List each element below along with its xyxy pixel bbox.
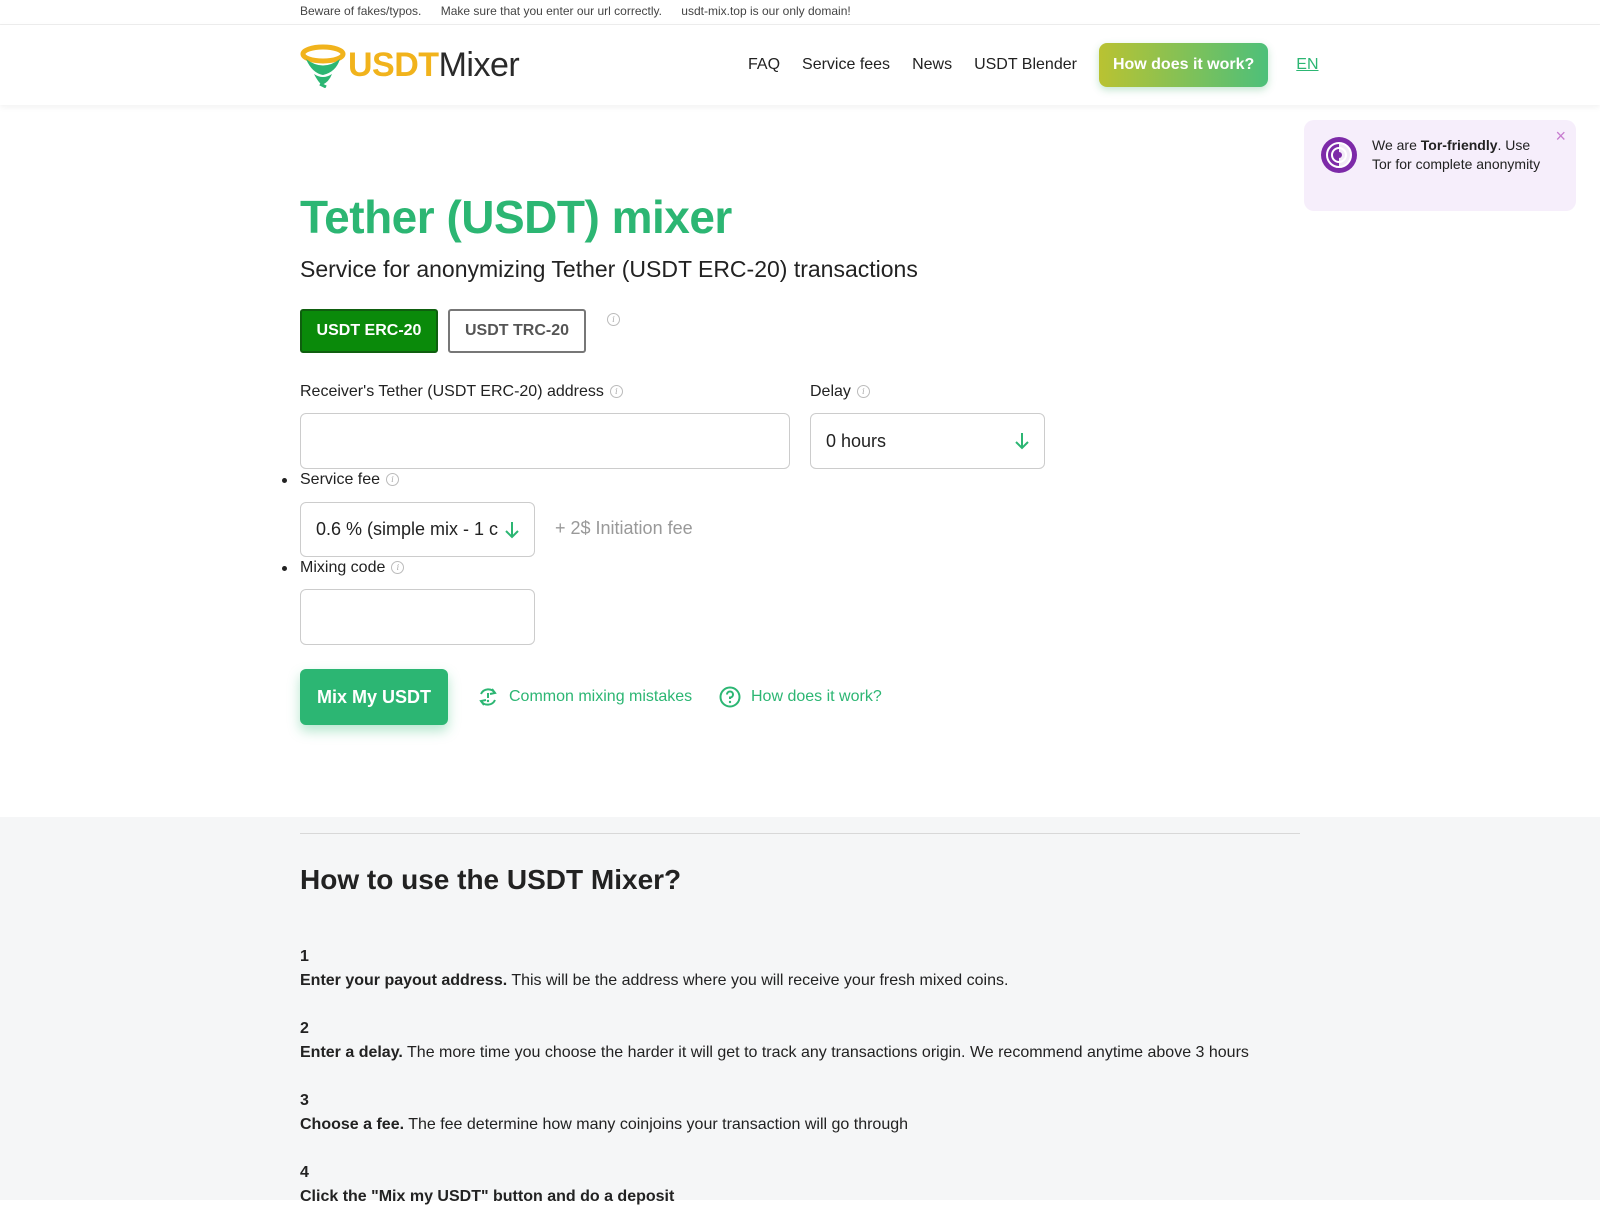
mixing-code-label-text: Mixing code — [300, 559, 386, 576]
page-title: Tether (USDT) mixer — [300, 191, 732, 243]
nav-faq[interactable]: FAQ — [748, 56, 780, 74]
step-number: 4 — [300, 1164, 309, 1181]
step-number: 1 — [300, 948, 309, 965]
address-label-text: Receiver's Tether (USDT ERC-20) address — [300, 383, 604, 400]
tor-notice: We are Tor-friendly. Use Tor for complet… — [1304, 120, 1576, 211]
how-to-section: How to use the USDT Mixer? 1 Enter your … — [0, 817, 1600, 1205]
step-text: This will be the address where you will … — [507, 972, 1009, 989]
how-step: 1 Enter your payout address. This will b… — [300, 945, 1008, 993]
arrow-down-icon — [505, 521, 519, 538]
warning-text-1: Beware of fakes/typos. — [300, 4, 422, 18]
step-number: 2 — [300, 1020, 309, 1037]
mixing-code-label: Mixing code i — [300, 559, 405, 577]
list-bullet — [282, 566, 287, 571]
list-bullet — [282, 478, 287, 483]
address-field-wrapper — [300, 413, 790, 469]
step-text: The more time you choose the harder it w… — [402, 1044, 1249, 1061]
step-number: 3 — [300, 1092, 309, 1109]
question-circle-icon — [719, 686, 741, 708]
page-subtitle: Service for anonymizing Tether (USDT ERC… — [300, 256, 918, 282]
warning-bar: Beware of fakes/typos. Make sure that yo… — [0, 0, 1600, 25]
tor-text-prefix: We are — [1372, 137, 1421, 153]
how-step: 2 Enter a delay. The more time you choos… — [300, 1017, 1249, 1065]
info-icon[interactable]: i — [856, 385, 870, 399]
delay-select[interactable]: 0 hours — [810, 413, 1045, 469]
delay-label-text: Delay — [810, 383, 851, 400]
logo-text-mixer: Mixer — [438, 45, 520, 84]
nav-news[interactable]: News — [912, 56, 952, 74]
site-logo[interactable]: USDT Mixer — [300, 41, 520, 89]
arrow-down-icon — [1015, 433, 1029, 450]
warning-text-2: Make sure that you enter our url correct… — [440, 4, 662, 18]
mixing-mistakes-link-text: Common mixing mistakes — [509, 688, 693, 705]
service-fee-select[interactable]: 0.6 % (simple mix - 1 coinjoin) — [300, 502, 535, 557]
logo-text-usdt: USDT — [348, 45, 439, 84]
info-icon[interactable]: i — [607, 313, 620, 326]
mixing-mistakes-link[interactable]: Common mixing mistakes — [477, 686, 692, 708]
tab-usdt-erc20[interactable]: USDT ERC-20 — [300, 309, 438, 353]
language-selector[interactable]: EN — [1296, 56, 1318, 74]
info-icon[interactable]: i — [386, 473, 400, 487]
how-it-works-link-text: How does it work? — [751, 688, 882, 705]
mix-submit-button[interactable]: Mix My USDT — [300, 669, 448, 725]
warning-text-3: usdt-mix.top is our only domain! — [681, 4, 851, 18]
site-header: USDT Mixer FAQ Service fees News USDT Bl… — [0, 25, 1600, 105]
service-fee-label: Service fee i — [300, 471, 400, 489]
tornado-logo-icon — [300, 44, 346, 88]
service-fee-label-text: Service fee — [300, 471, 381, 488]
close-icon[interactable]: × — [1555, 126, 1566, 147]
address-label: Receiver's Tether (USDT ERC-20) address i — [300, 383, 623, 401]
step-heading: Click the "Mix my USDT" button and do a … — [300, 1188, 675, 1205]
main-nav: FAQ Service fees News USDT Blender How d… — [748, 43, 1319, 87]
how-it-works-button[interactable]: How does it work? — [1098, 43, 1269, 87]
step-heading: Enter your payout address. — [300, 972, 508, 989]
step-text: The fee determine how many coinjoins you… — [404, 1116, 909, 1133]
network-tabs: USDT ERC-20 USDT TRC-20 — [300, 309, 596, 353]
tor-text-bold: Tor-friendly — [1420, 137, 1498, 153]
section-divider — [300, 833, 1300, 834]
how-to-title: How to use the USDT Mixer? — [300, 864, 682, 895]
delay-value: 0 hours — [826, 430, 887, 451]
nav-usdt-blender[interactable]: USDT Blender — [974, 56, 1077, 74]
refresh-warning-icon — [479, 688, 497, 706]
mixing-code-input[interactable] — [301, 590, 534, 644]
how-step: 3 Choose a fee. The fee determine how ma… — [300, 1089, 908, 1137]
info-icon[interactable]: i — [609, 385, 623, 399]
tor-onion-icon — [1321, 137, 1357, 173]
delay-label: Delay i — [810, 383, 870, 401]
step-heading: Choose a fee. — [300, 1116, 405, 1133]
how-step: 4 Click the "Mix my USDT" button and do … — [300, 1161, 674, 1209]
info-icon[interactable]: i — [391, 561, 405, 575]
step-heading: Enter a delay. — [300, 1044, 403, 1061]
nav-service-fees[interactable]: Service fees — [802, 56, 890, 74]
service-fee-value: 0.6 % (simple mix - 1 coinjoin) — [316, 519, 498, 539]
tab-usdt-trc20[interactable]: USDT TRC-20 — [448, 309, 586, 353]
receiver-address-input[interactable] — [301, 414, 789, 468]
mixing-code-field-wrapper — [300, 589, 535, 645]
hero: Tether (USDT) mixer Service for anonymiz… — [300, 190, 918, 283]
how-it-works-link[interactable]: How does it work? — [719, 686, 882, 708]
tor-notice-text: We are Tor-friendly. Use Tor for complet… — [1372, 136, 1542, 174]
initiation-fee-text: + 2$ Initiation fee — [555, 518, 693, 538]
